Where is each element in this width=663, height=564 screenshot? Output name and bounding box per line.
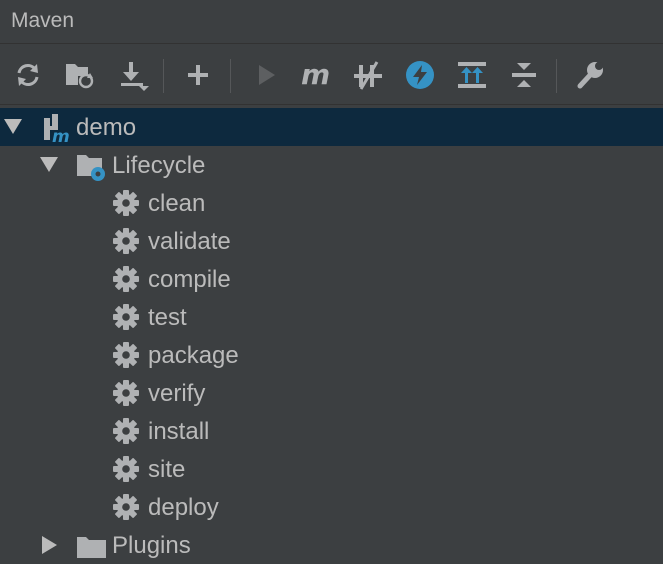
toggle-offline-icon[interactable] <box>350 57 386 93</box>
settings-icon[interactable] <box>572 57 608 93</box>
expand-arrow-icon[interactable] <box>40 157 58 172</box>
gear-icon <box>112 493 140 526</box>
tree-node-lifecycle[interactable]: Lifecycle <box>0 146 663 184</box>
tree-node-goal[interactable]: install <box>0 412 663 450</box>
panel-header: Maven <box>0 0 663 44</box>
svg-text:m: m <box>301 60 330 90</box>
gear-icon <box>112 265 140 298</box>
gear-icon <box>112 341 140 374</box>
goal-label: clean <box>148 190 206 217</box>
goal-label: package <box>148 342 239 369</box>
generate-sources-icon[interactable] <box>62 57 98 93</box>
expand-arrow-icon[interactable] <box>4 119 22 134</box>
goal-label: site <box>148 456 186 483</box>
gear-icon <box>112 417 140 450</box>
maven-project-icon: m <box>44 114 70 144</box>
show-dependencies-icon[interactable] <box>454 57 490 93</box>
tree-node-goal[interactable]: deploy <box>0 488 663 526</box>
goal-label: compile <box>148 266 231 293</box>
lifecycle-folder-icon <box>77 155 105 181</box>
tree-node-plugins[interactable]: Plugins <box>0 526 663 564</box>
toolbar-separator <box>230 59 231 93</box>
run-icon[interactable] <box>247 57 283 93</box>
toolbar-separator <box>163 59 164 93</box>
gear-icon <box>112 379 140 412</box>
goal-label: test <box>148 304 187 331</box>
gear-icon <box>112 227 140 260</box>
execute-goal-icon[interactable]: m <box>298 57 334 93</box>
lifecycle-label: Lifecycle <box>112 152 206 179</box>
tree-node-goal[interactable]: site <box>0 450 663 488</box>
panel-title: Maven <box>11 9 75 32</box>
tree-node-goal[interactable]: compile <box>0 260 663 298</box>
maven-project-tree: m demo Lifecycle clean validate compile tes… <box>0 106 663 559</box>
plugins-folder-icon <box>77 537 106 558</box>
collapse-all-icon[interactable] <box>506 57 542 93</box>
gear-icon <box>112 189 140 222</box>
gear-icon <box>112 303 140 336</box>
svg-text:m: m <box>52 127 70 144</box>
goal-label: verify <box>148 380 206 407</box>
gear-icon <box>112 455 140 488</box>
tree-node-goal[interactable]: clean <box>0 184 663 222</box>
goal-label: validate <box>148 228 231 255</box>
reimport-icon[interactable] <box>10 57 46 93</box>
maven-toolbar: m <box>0 45 663 105</box>
plugins-label: Plugins <box>112 532 191 559</box>
goal-label: install <box>148 418 210 445</box>
download-icon[interactable] <box>115 57 151 93</box>
goal-label: deploy <box>148 494 219 521</box>
collapsed-arrow-icon[interactable] <box>42 536 57 554</box>
tree-node-goal[interactable]: verify <box>0 374 663 412</box>
project-label: demo <box>76 114 137 141</box>
tree-node-goal[interactable]: validate <box>0 222 663 260</box>
skip-tests-icon[interactable] <box>402 57 438 93</box>
tree-node-goal[interactable]: test <box>0 298 663 336</box>
add-icon[interactable] <box>180 57 216 93</box>
tree-node-goal[interactable]: package <box>0 336 663 374</box>
tree-node-project[interactable]: m demo <box>0 108 663 146</box>
toolbar-separator <box>556 59 557 93</box>
